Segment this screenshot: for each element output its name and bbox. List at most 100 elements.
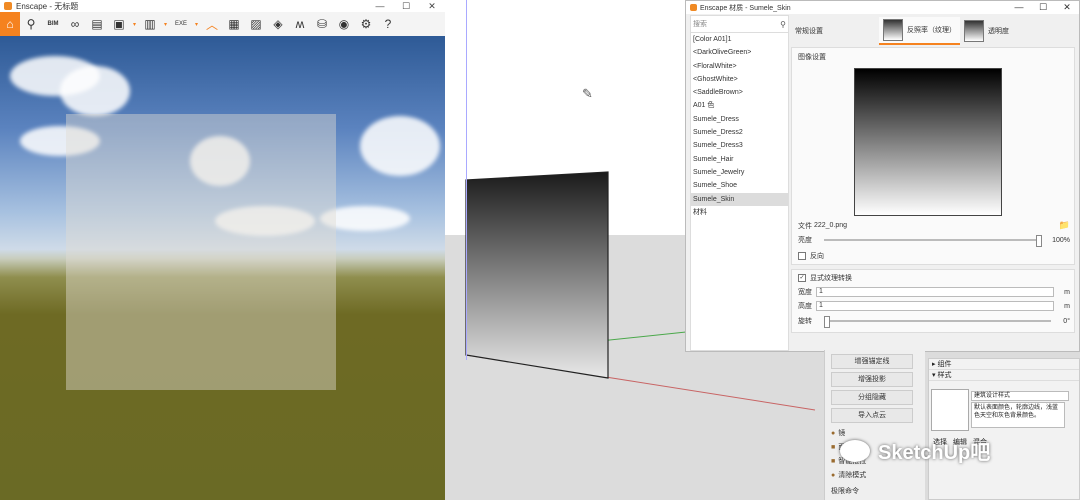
material-search[interactable]: 搜索 ⚲: [691, 16, 788, 33]
height-row: 高度 1 m: [798, 301, 1070, 311]
slider-knob[interactable]: [824, 316, 830, 328]
material-list-item[interactable]: Sumele_Skin: [691, 192, 788, 206]
help-icon[interactable]: ?: [377, 13, 399, 35]
height-unit: m: [1064, 302, 1070, 310]
material-list-item[interactable]: <FloralWhite>: [691, 60, 788, 73]
export-icon[interactable]: EXE: [170, 13, 192, 35]
explicit-transform-label: 显式纹理转换: [810, 275, 852, 282]
material-editor-icon[interactable]: ʍ: [289, 13, 311, 35]
binoculars-icon[interactable]: ∞: [64, 13, 86, 35]
invert-label: 反向: [810, 253, 824, 260]
material-list-item[interactable]: Sumele_Dress2: [691, 126, 788, 139]
texture-transform-panel: ✓ 显式纹理转换 宽度 1 m 高度 1 m 旋转 0°: [791, 269, 1075, 333]
texture-preview[interactable]: [854, 68, 1002, 216]
close-button[interactable]: ✕: [419, 1, 445, 12]
tray-item-icon: ●: [831, 471, 836, 479]
tray-button[interactable]: 分组隐藏: [831, 390, 913, 405]
brightness-label: 亮度: [798, 237, 812, 244]
wechat-logo-icon: [840, 439, 870, 462]
tab-albedo[interactable]: 反照率（纹理）: [879, 17, 960, 45]
tray-item-label: 清除模式: [838, 472, 867, 479]
wechat-watermark: SketchUp吧: [840, 436, 990, 465]
tray-button[interactable]: 导入点云: [831, 408, 913, 423]
material-editor-window: Enscape 材质 - Sumele_Skin — ☐ ✕ 搜索 ⚲ [Col…: [685, 0, 1080, 352]
tray-item[interactable]: ● 清除模式: [831, 470, 866, 480]
rotation-slider[interactable]: [824, 316, 1052, 328]
width-field[interactable]: 1: [816, 287, 1055, 297]
maximize-button[interactable]: ☐: [1031, 2, 1055, 13]
tray-item-label: 极限命令: [831, 488, 859, 495]
dropdown-arrow-icon[interactable]: ▾: [161, 13, 170, 35]
bim-icon[interactable]: BIM: [42, 13, 64, 35]
tab-transparency[interactable]: 透明度: [960, 18, 1013, 44]
upload-icon[interactable]: ⛁: [311, 13, 333, 35]
material-list-item[interactable]: Sumele_Hair: [691, 153, 788, 166]
tray-item[interactable]: 极限命令: [831, 486, 859, 496]
slider-knob[interactable]: [1035, 235, 1042, 247]
sketchup-toolbar-tray: 增强锚定线 增强投影 分组隐藏 导入点云 ●镜 ■面板 ■智能推拉 ●清除模式 …: [824, 350, 925, 500]
panorama-icon[interactable]: ▨: [245, 13, 267, 35]
vr-icon[interactable]: ⚲: [20, 13, 42, 35]
width-row: 宽度 1 m: [798, 287, 1070, 297]
components-label: 组件: [937, 361, 952, 368]
tray-button[interactable]: 增强锚定线: [831, 354, 913, 369]
material-list-item[interactable]: <SaddleBrown>: [691, 86, 788, 99]
dropdown-arrow-icon[interactable]: ▾: [130, 13, 139, 35]
tab-transparency-label: 透明度: [988, 28, 1009, 35]
watermark-text: SketchUp吧: [878, 442, 991, 464]
brightness-slider[interactable]: [824, 235, 1042, 247]
enscape-logo-icon: [4, 2, 12, 10]
minimize-button[interactable]: —: [1007, 2, 1031, 13]
visibility-icon[interactable]: ◉: [333, 13, 355, 35]
styles-header[interactable]: ▾ 样式: [929, 370, 1079, 381]
close-button[interactable]: ✕: [1055, 2, 1079, 13]
enscape-toolbar: ⌂ ⚲ BIM ∞ ▤ ▣ ▾ ▥ ▾ EXE ▾ ︿ ▦ ▨ ◈ ʍ ⛁ ◉ …: [0, 12, 445, 37]
image-settings-heading: 图像设置: [798, 54, 826, 61]
rotation-label: 旋转: [798, 318, 812, 325]
material-editor-title: Enscape 材质 - Sumele_Skin: [700, 4, 791, 12]
dropdown-arrow-icon[interactable]: ▾: [192, 13, 201, 35]
search-icon[interactable]: ⚲: [780, 20, 786, 29]
folder-icon[interactable]: 📁: [1059, 220, 1070, 231]
rotation-row: 旋转 0°: [798, 316, 1070, 328]
material-list-item[interactable]: Sumele_Dress3: [691, 139, 788, 152]
arrow-icon[interactable]: ︿: [201, 13, 223, 35]
albedo-thumbnail: [883, 19, 903, 41]
clapper-icon[interactable]: ▤: [86, 13, 108, 35]
material-list-item[interactable]: Sumele_Shoe: [691, 179, 788, 192]
tray-item-icon: ■: [831, 457, 836, 465]
invert-checkbox[interactable]: [798, 252, 806, 260]
components-header[interactable]: ▸ 组件: [929, 359, 1079, 370]
material-list-item[interactable]: 材料: [691, 206, 788, 219]
eyedropper-cursor-icon: ✎: [582, 86, 593, 101]
enscape-viewport[interactable]: [0, 36, 445, 500]
material-list-item[interactable]: <DarkOliveGreen>: [691, 46, 788, 59]
screenshot-icon[interactable]: ▣: [108, 13, 130, 35]
material-editor-title-bar: Enscape 材质 - Sumele_Skin — ☐ ✕: [686, 1, 1079, 14]
height-field[interactable]: 1: [816, 301, 1055, 311]
material-list-item[interactable]: Sumele_Dress: [691, 113, 788, 126]
batch-render-icon[interactable]: ▥: [139, 13, 161, 35]
settings-icon[interactable]: ⚙: [355, 13, 377, 35]
image-settings-panel: 图像设置 文件 222_0.png 📁 亮度 100% 反向: [791, 47, 1075, 265]
material-list-item[interactable]: [Color A01]1: [691, 33, 788, 46]
style-thumbnail[interactable]: [931, 389, 969, 431]
asset-library-icon[interactable]: ▦: [223, 13, 245, 35]
3d-export-icon[interactable]: ◈: [267, 13, 289, 35]
minimize-button[interactable]: —: [367, 1, 393, 12]
material-list-item[interactable]: A01 色: [691, 99, 788, 112]
material-list-item[interactable]: <GhostWhite>: [691, 73, 788, 86]
material-list-item[interactable]: Sumele_Jewelry: [691, 166, 788, 179]
style-name-field[interactable]: 建筑设计样式: [971, 391, 1069, 401]
cloud: [60, 66, 130, 116]
maximize-button[interactable]: ☐: [393, 1, 419, 12]
enscape-logo-icon: [690, 4, 697, 11]
enscape-title-bar: Enscape - 无标题 — ☐ ✕: [0, 0, 445, 12]
tab-general[interactable]: 常规设置: [791, 18, 879, 44]
style-description[interactable]: 默认表面颜色，轮廓边线，浅蓝色天空和灰色背景颜色。: [971, 402, 1065, 428]
file-row: 文件 222_0.png 📁: [798, 220, 1070, 231]
tray-button[interactable]: 增强投影: [831, 372, 913, 387]
explicit-transform-checkbox[interactable]: ✓: [798, 274, 806, 282]
enscape-window: Enscape - 无标题 — ☐ ✕ ⌂ ⚲ BIM ∞ ▤ ▣ ▾ ▥ ▾ …: [0, 0, 445, 500]
home-icon[interactable]: ⌂: [0, 12, 20, 36]
